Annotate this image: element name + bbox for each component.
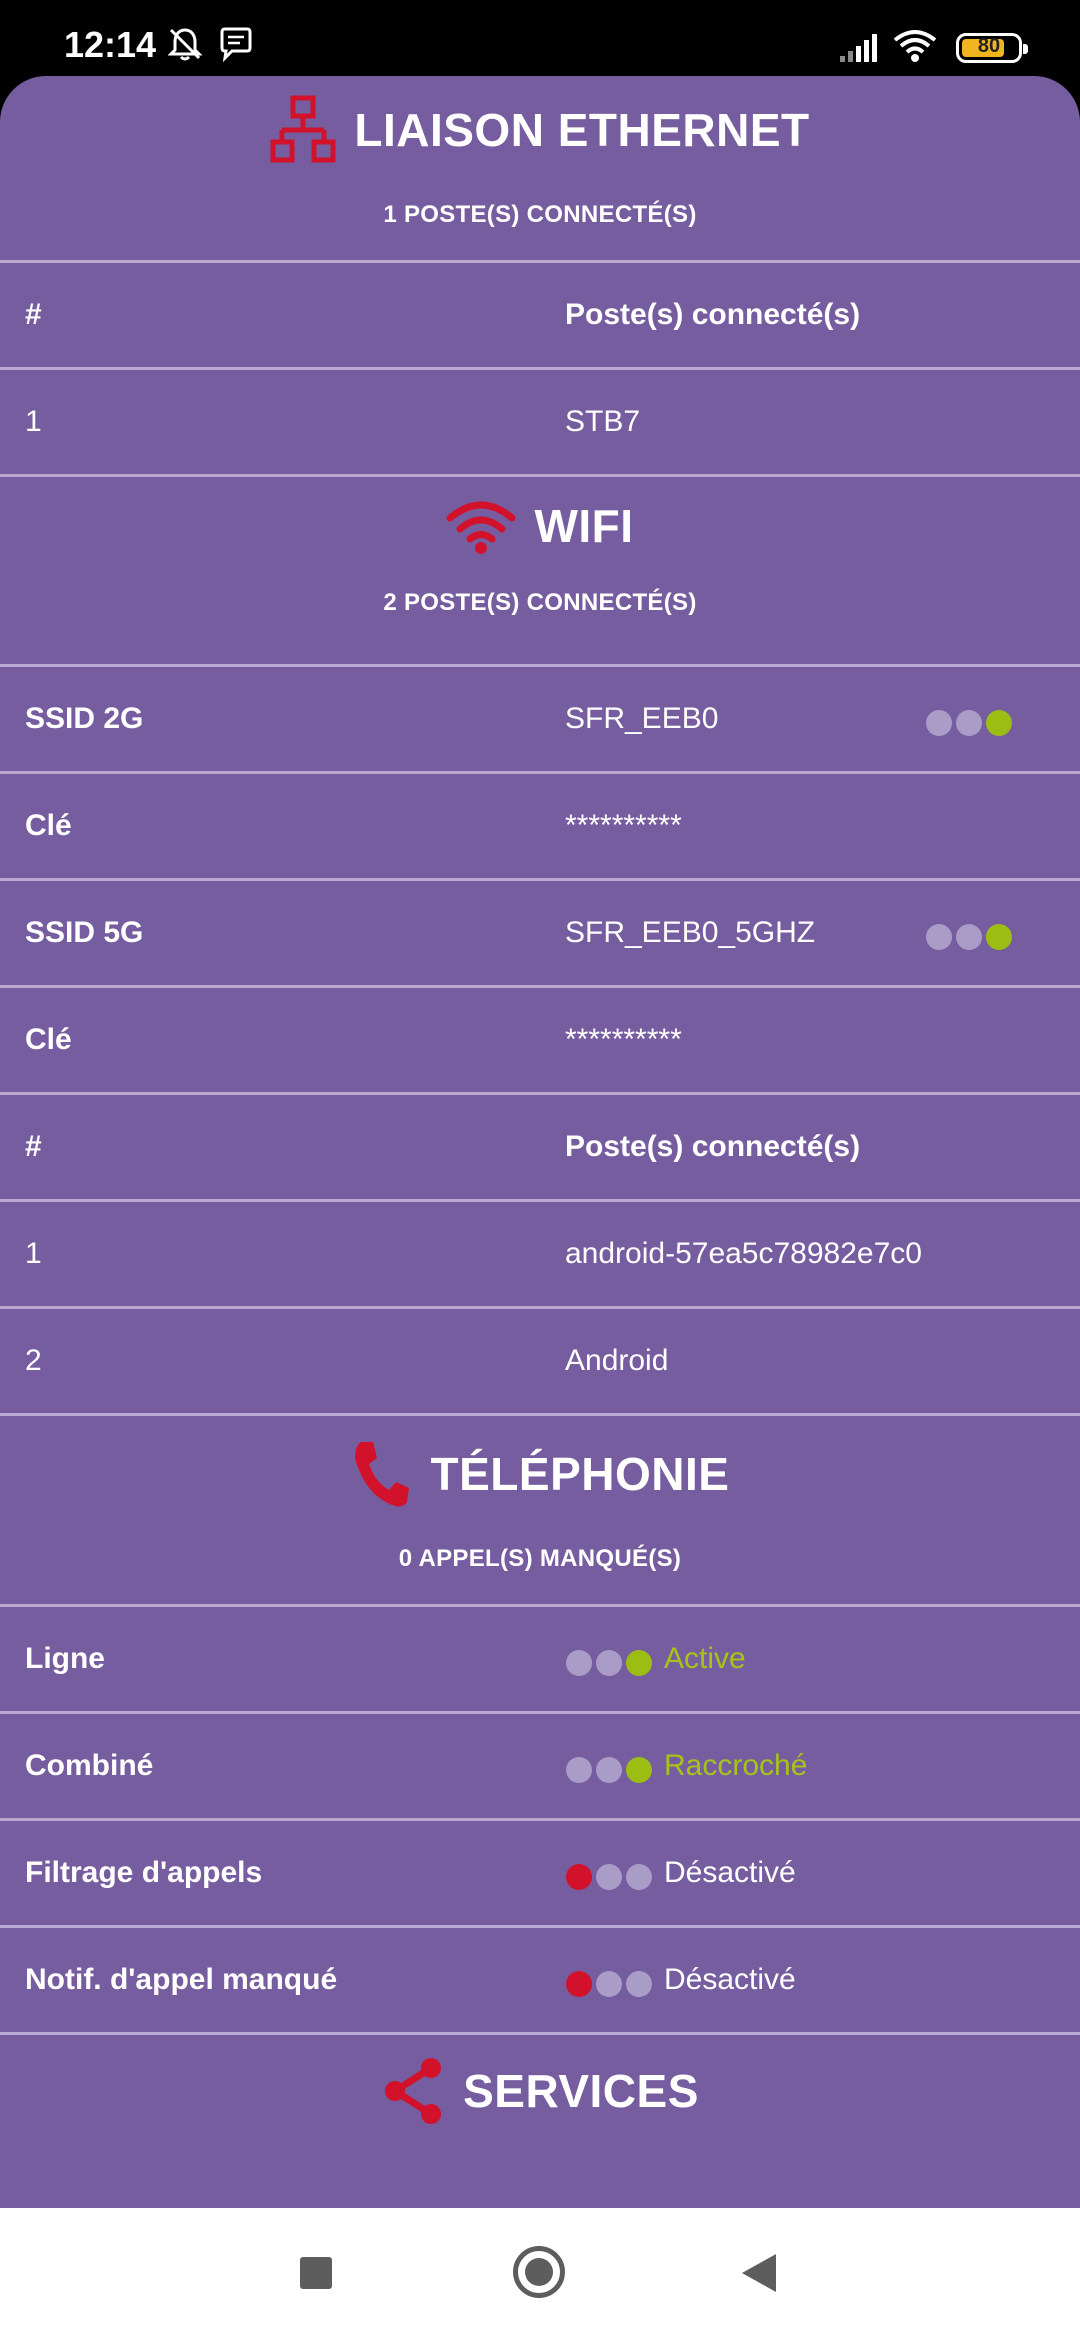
ethernet-col-devices: Poste(s) connecté(s) xyxy=(565,298,861,331)
divider xyxy=(0,1413,1080,1416)
device-name: STB7 xyxy=(565,405,641,438)
ssid-2g-status-indicator xyxy=(926,710,1016,736)
ssid-5g-value: SFR_EEB0_5GHZ xyxy=(565,916,816,949)
missed-call-notif-status-indicator xyxy=(566,1971,656,1997)
wifi-section-header: WIFI 2 POSTE(S) CONNECTÉ(S) xyxy=(0,498,1080,617)
share-icon xyxy=(385,2058,442,2124)
battery-level: 80 xyxy=(977,35,1001,57)
services-title-text: SERVICES xyxy=(463,2065,699,2117)
divider xyxy=(0,2032,1080,2035)
services-title: SERVICES xyxy=(381,2056,699,2126)
handset-status-indicator xyxy=(566,1757,656,1783)
signal-icon xyxy=(840,34,877,62)
wifi-subtitle: 2 POSTE(S) CONNECTÉ(S) xyxy=(383,589,697,616)
missed-call-notif-status: Désactivé xyxy=(664,1963,796,1996)
ssid-2g-row: SSID 2G SFR_EEB0 xyxy=(0,664,1080,771)
wifi-status-icon xyxy=(893,30,937,62)
line-status: Active xyxy=(664,1642,746,1675)
phone-icon xyxy=(354,1442,409,1507)
table-row: 1 STB7 xyxy=(0,367,1080,474)
status-bar: 12:14 80 xyxy=(0,0,1080,78)
key-5g-label: Clé xyxy=(25,1023,72,1056)
bell-muted-icon xyxy=(168,28,202,61)
handset-label: Combiné xyxy=(25,1749,154,1782)
home-button[interactable] xyxy=(513,2246,565,2298)
row-number: 2 xyxy=(25,1344,42,1377)
wifi-col-devices: Poste(s) connecté(s) xyxy=(565,1130,861,1163)
ethernet-subtitle: 1 POSTE(S) CONNECTÉ(S) xyxy=(383,201,697,228)
device-name: Android xyxy=(565,1344,669,1377)
table-row: 1 android-57ea5c78982e7c0 xyxy=(0,1199,1080,1306)
ethernet-title-text: LIAISON ETHERNET xyxy=(354,104,810,156)
missed-call-notif-label: Notif. d'appel manqué xyxy=(25,1963,338,1996)
call-filtering-status: Désactivé xyxy=(664,1856,796,1889)
system-nav-bar xyxy=(0,2208,1080,2340)
services-section-header: SERVICES xyxy=(0,2056,1080,2131)
ssid-5g-row: SSID 5G SFR_EEB0_5GHZ xyxy=(0,878,1080,985)
ssid-5g-status-indicator xyxy=(926,924,1016,950)
telephony-title-text: TÉLÉPHONIE xyxy=(430,1448,730,1500)
message-icon xyxy=(220,27,252,62)
missed-call-notif-row: Notif. d'appel manqué Désactivé xyxy=(0,1925,1080,2032)
line-row: Ligne Active xyxy=(0,1604,1080,1711)
row-number: 1 xyxy=(25,1237,42,1270)
main-card: LIAISON ETHERNET 1 POSTE(S) CONNECTÉ(S) … xyxy=(0,76,1080,2208)
handset-status: Raccroché xyxy=(664,1749,808,1782)
line-status-indicator xyxy=(566,1650,656,1676)
ssid-2g-label: SSID 2G xyxy=(25,702,144,735)
telephony-subtitle: 0 APPEL(S) MANQUÉ(S) xyxy=(398,1545,682,1572)
telephony-section-header: TÉLÉPHONIE 0 APPEL(S) MANQUÉ(S) xyxy=(0,1438,1080,1573)
network-icon xyxy=(270,95,336,163)
ethernet-section-header: LIAISON ETHERNET 1 POSTE(S) CONNECTÉ(S) xyxy=(0,94,1080,229)
key-2g-value: ********** xyxy=(565,809,682,842)
device-name: android-57ea5c78982e7c0 xyxy=(565,1237,922,1270)
divider xyxy=(0,474,1080,477)
row-number: 1 xyxy=(25,405,42,438)
key-5g-row: Clé ********** xyxy=(0,985,1080,1092)
ethernet-title: LIAISON ETHERNET xyxy=(270,94,809,166)
key-2g-label: Clé xyxy=(25,809,72,842)
key-2g-row: Clé ********** xyxy=(0,771,1080,878)
wifi-col-num: # xyxy=(25,1130,42,1163)
call-filtering-label: Filtrage d'appels xyxy=(25,1856,263,1889)
wifi-table-header: # Poste(s) connecté(s) xyxy=(0,1092,1080,1199)
telephony-title: TÉLÉPHONIE xyxy=(351,1438,730,1510)
line-label: Ligne xyxy=(25,1642,105,1675)
table-row: 2 Android xyxy=(0,1306,1080,1413)
wifi-title-text: WIFI xyxy=(534,500,634,552)
wifi-title: WIFI xyxy=(446,498,633,554)
ethernet-table-header: # Poste(s) connecté(s) xyxy=(0,260,1080,367)
handset-row: Combiné Raccroché xyxy=(0,1711,1080,1818)
key-5g-value: ********** xyxy=(565,1023,682,1056)
call-filtering-status-indicator xyxy=(566,1864,656,1890)
ethernet-col-num: # xyxy=(25,298,42,331)
recents-button[interactable] xyxy=(300,2257,332,2289)
wifi-icon xyxy=(446,501,516,554)
ssid-5g-label: SSID 5G xyxy=(25,916,144,949)
status-time: 12:14 xyxy=(64,24,157,65)
ssid-2g-value: SFR_EEB0 xyxy=(565,702,719,735)
back-button[interactable] xyxy=(742,2254,776,2292)
call-filtering-row: Filtrage d'appels Désactivé xyxy=(0,1818,1080,1925)
battery-icon: 80 xyxy=(956,33,1028,63)
